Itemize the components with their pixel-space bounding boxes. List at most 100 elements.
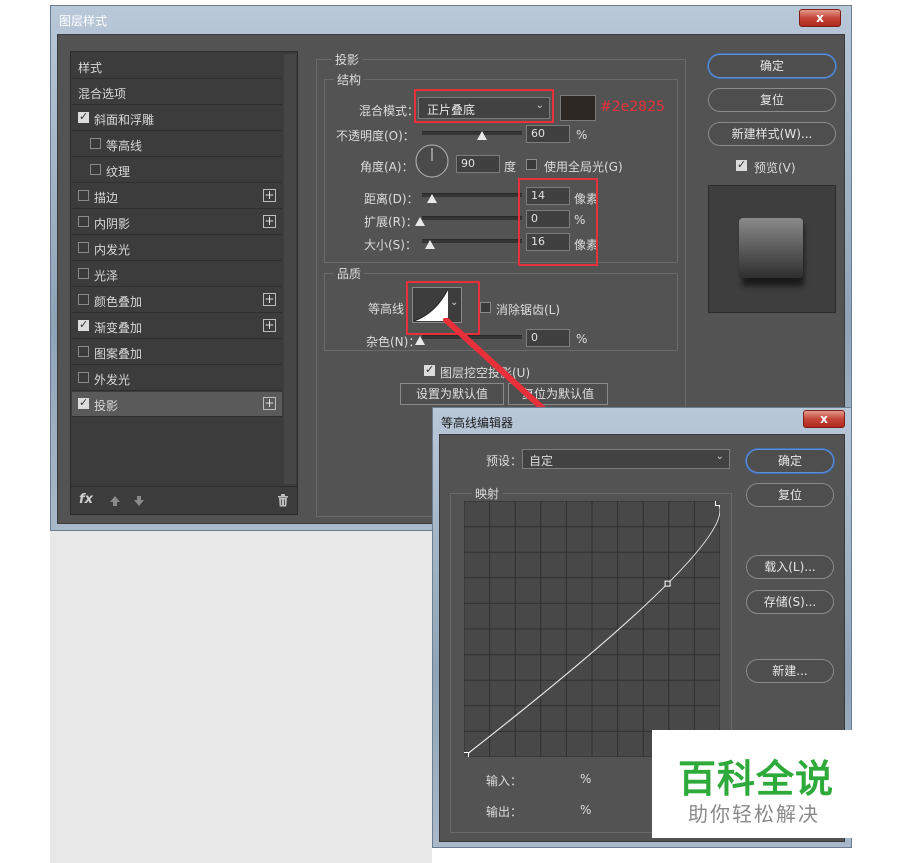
background-area [50,531,432,863]
style-item[interactable]: 渐变叠加 + [72,314,282,339]
style-item-label: 投影 [94,399,119,413]
style-checkbox[interactable] [90,138,101,149]
preset-select[interactable]: 自定 ⌄ [522,449,730,469]
styles-footer: fx [71,486,297,515]
styles-scrollbar[interactable] [284,54,296,484]
load-button[interactable]: 载入(L)... [746,555,834,579]
global-light-checkbox[interactable] [526,159,537,170]
angle-label: 角度(A)： [360,160,414,174]
watermark: 百科全说 助你轻松解决 [652,730,852,838]
contour-close-button[interactable]: x [803,410,845,428]
contour-ok-button[interactable]: 确定 [746,449,834,473]
structure-title: 结构 [334,71,365,88]
style-item-label: 光泽 [94,269,119,283]
anti-alias-checkbox[interactable] [480,302,491,313]
save-button[interactable]: 存储(S)... [746,590,834,614]
style-item[interactable]: 投影 + [72,392,282,417]
drop-shadow-title: 投影 [332,51,363,68]
ok-button[interactable]: 确定 [708,54,836,78]
opacity-label: 不透明度(O)： [336,129,415,143]
style-item[interactable]: 光泽 [72,262,282,287]
preview-checkbox[interactable] [736,158,747,171]
style-checkbox[interactable] [78,318,89,331]
noise-slider-thumb[interactable] [415,336,425,345]
style-checkbox[interactable] [78,346,89,357]
anti-alias-label: 消除锯齿(L) [496,303,561,317]
style-item[interactable]: 样式 [72,54,282,79]
contour-curve-graph[interactable] [464,501,720,757]
highlight-blend-mode [414,89,554,123]
curve-control-point[interactable] [464,752,469,758]
style-item-label: 颜色叠加 [94,295,143,309]
angle-dial[interactable] [414,143,450,179]
preset-label: 预设： [486,454,523,468]
style-item[interactable]: 颜色叠加 + [72,288,282,313]
distance-label: 距离(D)： [364,192,419,206]
angle-unit: 度 [504,160,517,174]
reset-button[interactable]: 复位 [708,88,836,112]
style-item[interactable]: 图案叠加 [72,340,282,365]
style-item-label: 斜面和浮雕 [94,113,155,127]
style-item-label: 混合选项 [78,87,127,101]
style-item[interactable]: 内发光 [72,236,282,261]
spread-label: 扩展(R)： [364,215,418,229]
shadow-color-swatch[interactable] [560,95,596,121]
preview-swatch [739,218,803,278]
style-item[interactable]: 斜面和浮雕 [72,106,282,131]
output-unit: % [580,803,592,817]
style-checkbox[interactable] [78,110,89,123]
curve-control-point[interactable] [715,501,721,506]
style-item[interactable]: 描边 + [72,184,282,209]
style-checkbox[interactable] [78,216,89,227]
distance-slider[interactable] [422,193,522,197]
style-checkbox[interactable] [78,372,89,383]
noise-label: 杂色(N)： [366,335,421,349]
add-style-icon[interactable]: + [263,215,276,228]
add-style-icon[interactable]: + [263,189,276,202]
styles-panel: 样式混合选项斜面和浮雕等高线纹理描边 + 内阴影 + 内发光光泽颜色叠加 + 渐变叠加 + 图案… [70,51,298,515]
spread-slider[interactable] [422,216,522,220]
add-style-icon[interactable]: + [263,397,276,410]
move-down-icon[interactable] [133,495,145,507]
output-label: 输出： [486,805,523,819]
distance-slider-thumb[interactable] [427,194,437,203]
dialog-title: 图层样式 [59,14,108,28]
style-checkbox[interactable] [78,242,89,253]
fx-icon[interactable]: fx [79,492,93,507]
new-button[interactable]: 新建... [746,659,834,683]
angle-input[interactable]: 90 [456,155,500,173]
style-item[interactable]: 内阴影 + [72,210,282,235]
trash-icon[interactable] [277,494,289,507]
move-up-icon[interactable] [109,495,121,507]
close-button[interactable]: x [799,9,841,27]
style-checkbox[interactable] [78,294,89,305]
style-item-label: 外发光 [94,373,131,387]
size-slider[interactable] [422,239,522,243]
style-item-label: 样式 [78,61,103,75]
style-item[interactable]: 纹理 [72,158,282,183]
add-style-icon[interactable]: + [263,319,276,332]
preview-label: 预览(V) [754,161,796,175]
new-style-button[interactable]: 新建样式(W)... [708,122,836,146]
style-checkbox[interactable] [90,164,101,175]
opacity-slider-thumb[interactable] [477,131,487,140]
blend-mode-label: 混合模式： [359,104,420,118]
opacity-slider[interactable] [422,131,522,135]
style-checkbox[interactable] [78,268,89,279]
size-slider-thumb[interactable] [425,240,435,249]
style-item[interactable]: 外发光 [72,366,282,391]
opacity-input[interactable]: 60 [526,125,570,143]
input-unit: % [580,772,592,786]
curve-control-point[interactable] [664,580,671,587]
add-style-icon[interactable]: + [263,293,276,306]
knockout-checkbox[interactable] [424,363,435,376]
highlight-distance-spread-size [518,178,598,266]
watermark-subtitle: 助你轻松解决 [688,802,820,826]
style-item[interactable]: 等高线 [72,132,282,157]
style-item[interactable]: 混合选项 [72,80,282,105]
spread-slider-thumb[interactable] [415,217,425,226]
style-checkbox[interactable] [78,396,89,409]
contour-reset-button[interactable]: 复位 [746,483,834,507]
style-checkbox[interactable] [78,190,89,201]
color-hex-annotation: #2e2825 [600,99,665,115]
